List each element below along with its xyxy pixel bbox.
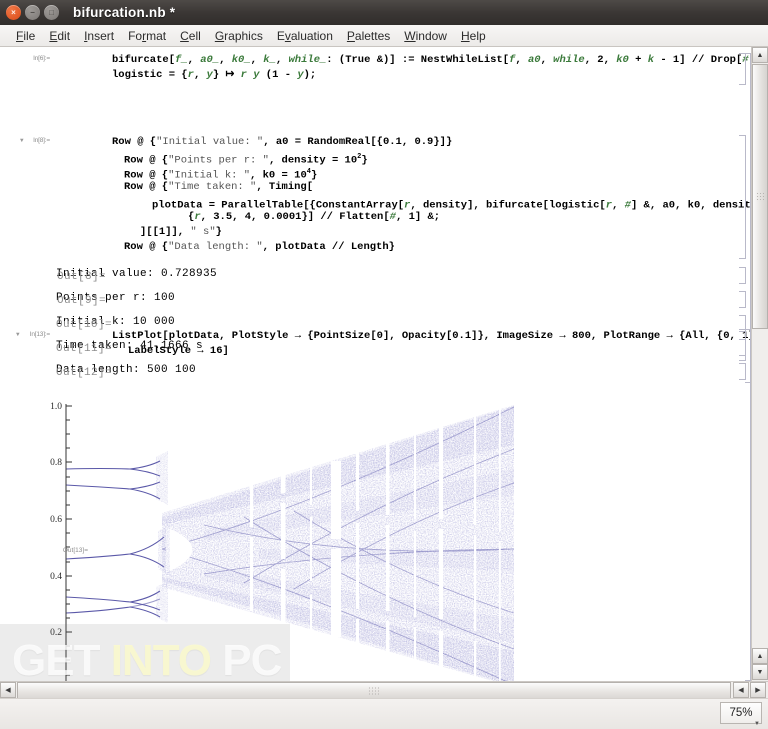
cell-label-out-13: Out[13]= <box>62 547 88 554</box>
maximize-icon: □ <box>49 7 54 17</box>
y-tick-label: 0.8 <box>50 458 62 468</box>
maximize-button[interactable]: □ <box>44 5 59 20</box>
scroll-up-button[interactable]: ▲ <box>752 47 768 63</box>
menu-item-palettes[interactable]: Palettes <box>340 27 397 45</box>
cell-code-in-8-line-1[interactable]: Row @ {"Initial value: ", a0 = RandomRea… <box>112 135 452 150</box>
menu-item-cell[interactable]: Cell <box>173 27 208 45</box>
chevron-up-icon: ▲ <box>756 51 764 59</box>
chevron-left-icon: ◀ <box>5 686 11 694</box>
chevron-up-icon-2: ▲ <box>756 652 764 660</box>
scroll-left-button[interactable]: ◀ <box>0 682 16 698</box>
chevron-right-icon: ▶ <box>755 686 761 694</box>
cell-in-8[interactable]: ▼ In[8]:= Row @ {"Initial value: ", a0 =… <box>0 135 768 265</box>
cell-out-8[interactable]: Out[8]= Initial value: 0.728935 <box>0 267 752 287</box>
cell-label-out-12: Out[12]= <box>56 367 113 379</box>
window-buttons: × − □ <box>6 5 59 20</box>
notebook-canvas[interactable]: In[6]:= bifurcate[f_, a0_, k0_, k_, whil… <box>0 47 768 681</box>
horizontal-scrollbar[interactable]: ◀ ◀ ▶ <box>0 681 768 699</box>
zoom-dropdown-caret-icon[interactable]: ▼ <box>754 721 760 727</box>
y-tick-label: 0.4 <box>50 572 62 582</box>
cell-in-6[interactable]: In[6]:= bifurcate[f_, a0_, k0_, k_, whil… <box>0 53 768 87</box>
cell-code-in-8-line-4[interactable]: Row @ {"Time taken: ", Timing[ <box>124 180 313 195</box>
menu-item-file[interactable]: File <box>9 27 42 45</box>
bifurcation-plot[interactable]: 1.0 0.8 0.6 0.4 0.2 <box>44 399 524 681</box>
vertical-scroll-thumb[interactable] <box>752 64 768 329</box>
menu-item-help[interactable]: Help <box>454 27 493 45</box>
mathematica-window: × − □ bifurcation.nb * File Edit Insert … <box>0 0 768 729</box>
cell-code-in-8-line-7[interactable]: ][[1]], " s"} <box>140 225 222 240</box>
cell-out-12[interactable]: Out[12]= Data length: 500 100 <box>0 363 752 383</box>
menu-item-window[interactable]: Window <box>397 27 454 45</box>
window-title: bifurcation.nb * <box>73 5 176 20</box>
cell-label-out-9: Out[9]= <box>56 295 106 307</box>
y-tick-label: 0.6 <box>50 515 62 525</box>
cell-label-in-6: In[6]:= <box>33 55 50 62</box>
cell-in-13-main[interactable]: ▼ In[13]:= ListPlot[plotData, PlotStyle … <box>0 329 767 363</box>
status-bar: 75% ▼ <box>0 698 768 729</box>
cell-code-in-8-line-8[interactable]: Row @ {"Data length: ", plotData // Leng… <box>124 240 395 255</box>
scroll-down-button[interactable]: ▼ <box>752 664 768 680</box>
cell-output-out-8: Initial value: 0.728935 <box>56 268 218 280</box>
chevron-down-icon: ▼ <box>756 668 764 676</box>
cell-output-out-12: Data length: 500 100 <box>56 364 197 376</box>
menu-item-insert[interactable]: Insert <box>77 27 121 45</box>
menu-item-format[interactable]: Format <box>121 27 173 45</box>
scroll-grip-icon <box>756 191 764 202</box>
cell-label-in-8: In[8]:= <box>33 137 50 144</box>
cell-out-13-graphics[interactable]: Out[13]= 1.0 0.8 0.6 0.4 0.2 <box>44 399 524 681</box>
y-tick-label: 1.0 <box>50 402 62 412</box>
cell-code-in-8-line-6[interactable]: {r, 3.5, 4, 0.0001}] // Flatten[#, 1] &; <box>188 210 440 225</box>
menu-item-graphics[interactable]: Graphics <box>208 27 270 45</box>
cell-output-out-10: Initial k: 10 000 <box>56 316 176 328</box>
cell-code-in-13-line-1[interactable]: ListPlot[plotData, PlotStyle → {PointSiz… <box>112 329 767 344</box>
minimize-icon: − <box>30 7 35 17</box>
menu-item-edit[interactable]: Edit <box>42 27 77 45</box>
cell-label-in-13: In[13]:= <box>29 331 50 338</box>
menu-item-evaluation[interactable]: Evaluation <box>270 27 340 45</box>
minimize-button[interactable]: − <box>25 5 40 20</box>
title-bar: × − □ bifurcation.nb * <box>0 0 768 25</box>
scroll-down-button-upper[interactable]: ▲ <box>752 648 768 664</box>
chevron-left-icon-2: ◀ <box>738 686 744 694</box>
horizontal-scroll-thumb[interactable] <box>17 682 731 699</box>
vertical-scrollbar[interactable]: ▲ ▲ ▼ <box>751 47 768 681</box>
cell-out-9[interactable]: Out[9]= Points per r: 100 <box>0 291 752 311</box>
cell-label-out-8: Out[8]= <box>56 271 106 283</box>
y-tick-label: 0.2 <box>50 628 62 638</box>
cell-code-in-13-line-2[interactable]: LabelStyle → 16] <box>128 344 229 359</box>
close-icon: × <box>11 7 16 17</box>
scroll-grip-icon-horizontal <box>368 686 380 695</box>
menu-bar: File Edit Insert Format Cell Graphics Ev… <box>0 25 768 47</box>
zoom-level-label: 75% <box>729 707 753 719</box>
close-button[interactable]: × <box>6 5 21 20</box>
cell-code-in-6-line-2[interactable]: logistic = {r, y} ↦ r y (1 - y); <box>112 68 316 83</box>
notebook-content: In[6]:= bifurcate[f_, a0_, k0_, k_, whil… <box>0 47 768 681</box>
scroll-left-button-right[interactable]: ◀ <box>733 682 749 698</box>
cell-code-in-6-line-1[interactable]: bifurcate[f_, a0_, k0_, k_, while_: (Tru… <box>112 53 768 68</box>
cell-output-out-9: Points per r: 100 <box>56 292 176 304</box>
scroll-right-button[interactable]: ▶ <box>750 682 766 698</box>
